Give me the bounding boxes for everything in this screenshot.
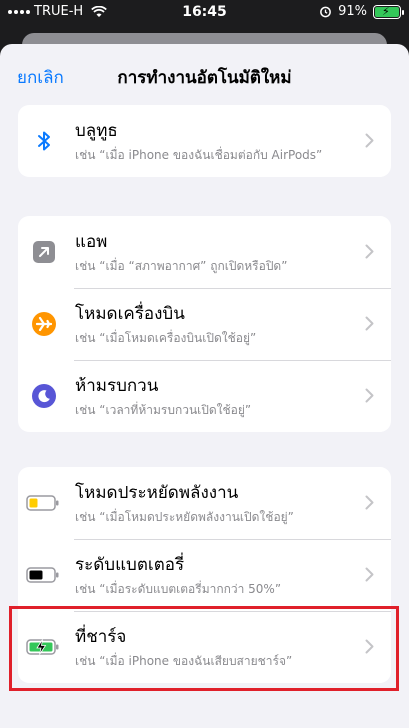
status-right: 91% ⚡	[319, 4, 404, 19]
cancel-button[interactable]: ยกเลิก	[17, 64, 64, 91]
app-arrow-icon	[32, 240, 56, 264]
moon-icon	[32, 384, 56, 408]
nav-bar: ยกเลิก การทำงานอัตโนมัติใหม่	[0, 44, 409, 106]
chevron-right-icon	[365, 639, 374, 654]
group-battery: โหมดประหยัดพลังงาน เช่น “เมื่อโหมดประหยั…	[18, 467, 391, 683]
chevron-right-icon	[365, 244, 374, 259]
row-subtitle: เช่น “เวลาที่ห้ามรบกวนเปิดใช้อยู่”	[75, 403, 252, 417]
row-title: โหมดประหยัดพลังงาน	[75, 483, 239, 503]
airplane-icon	[32, 312, 56, 336]
group-connectivity: บลูทูธ เช่น “เมื่อ iPhone ของฉันเชื่อมต่…	[18, 105, 391, 177]
chevron-right-icon	[365, 567, 374, 582]
row-title: แอพ	[75, 232, 108, 252]
battery-percent: 91%	[338, 4, 367, 19]
trigger-low-power-mode[interactable]: โหมดประหยัดพลังงาน เช่น “เมื่อโหมดประหยั…	[18, 467, 391, 539]
new-automation-sheet: ยกเลิก การทำงานอัตโนมัติใหม่ บลูทูธ เช่น…	[0, 44, 409, 728]
trigger-do-not-disturb[interactable]: ห้ามรบกวน เช่น “เวลาที่ห้ามรบกวนเปิดใช้อ…	[18, 360, 391, 432]
trigger-airplane-mode[interactable]: โหมดเครื่องบิน เช่น “เมื่อโหมดเครื่องบิน…	[18, 288, 391, 360]
battery-level-icon	[26, 567, 59, 583]
trigger-battery-level[interactable]: ระดับแบตเตอรี่ เช่น “เมื่อระดับแบตเตอรี่…	[18, 539, 391, 611]
chevron-right-icon	[365, 316, 374, 331]
row-title: โหมดเครื่องบิน	[75, 304, 185, 324]
row-title: ห้ามรบกวน	[75, 376, 159, 396]
chevron-right-icon	[365, 133, 374, 148]
trigger-app[interactable]: แอพ เช่น “เมื่อ “สภาพอากาศ” ถูกเปิดหรือป…	[18, 216, 391, 288]
charger-icon	[26, 639, 59, 655]
group-device-state: แอพ เช่น “เมื่อ “สภาพอากาศ” ถูกเปิดหรือป…	[18, 216, 391, 432]
row-subtitle: เช่น “เมื่อ iPhone ของฉันเชื่อมต่อกับ Ai…	[75, 148, 323, 162]
chevron-right-icon	[365, 495, 374, 510]
row-subtitle: เช่น “เมื่อ iPhone ของฉันเสียบสายชาร์จ”	[75, 654, 293, 668]
chevron-right-icon	[365, 388, 374, 403]
row-title: บลูทูธ	[75, 121, 118, 141]
low-power-battery-icon	[26, 495, 59, 511]
row-subtitle: เช่น “เมื่อ “สภาพอากาศ” ถูกเปิดหรือปิด”	[75, 259, 288, 273]
trigger-charger[interactable]: ที่ชาร์จ เช่น “เมื่อ iPhone ของฉันเสียบส…	[18, 611, 391, 683]
row-title: ระดับแบตเตอรี่	[75, 555, 185, 575]
bluetooth-icon	[38, 131, 50, 151]
row-subtitle: เช่น “เมื่อโหมดประหยัดพลังงานเปิดใช้อยู่…	[75, 510, 294, 524]
status-bar: TRUE-H 16:45 91% ⚡	[0, 0, 409, 26]
battery-icon: ⚡	[373, 4, 404, 19]
row-subtitle: เช่น “เมื่อโหมดเครื่องบินเปิดใช้อยู่”	[75, 331, 257, 345]
trigger-bluetooth[interactable]: บลูทูธ เช่น “เมื่อ iPhone ของฉันเชื่อมต่…	[18, 105, 391, 177]
row-title: ที่ชาร์จ	[75, 627, 127, 647]
alarm-icon	[320, 6, 331, 18]
row-subtitle: เช่น “เมื่อระดับแบตเตอรี่มากกว่า 50%”	[75, 582, 282, 596]
